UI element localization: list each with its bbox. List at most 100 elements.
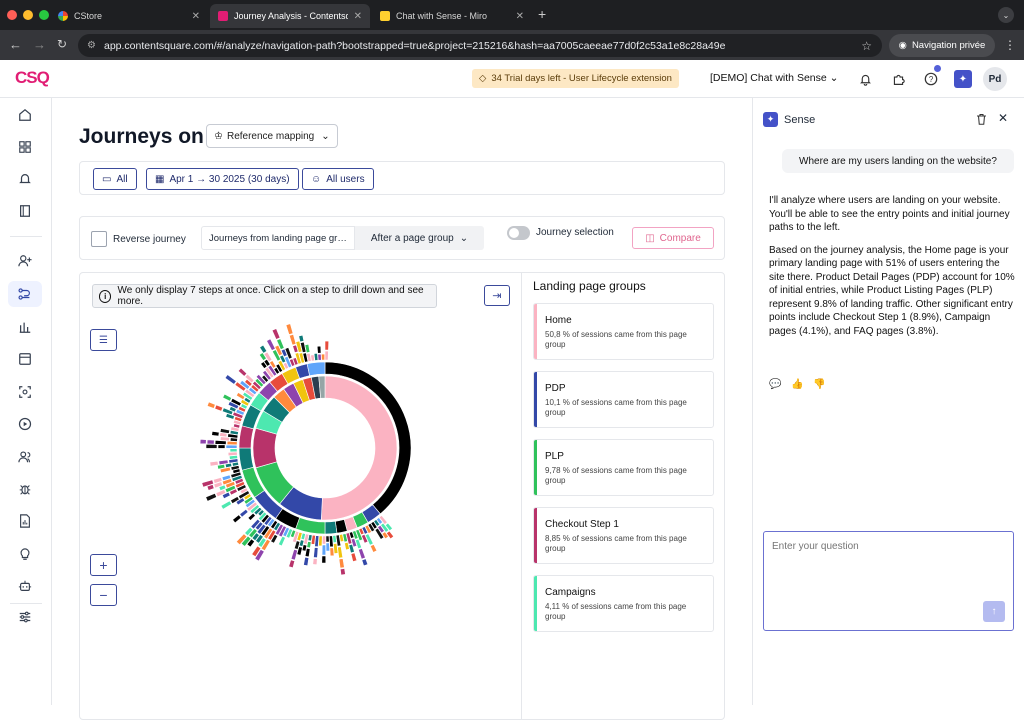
sunburst-segment[interactable]	[266, 338, 276, 351]
sunburst-segment[interactable]	[306, 361, 326, 376]
back-arrow-icon[interactable]: ←	[9, 37, 22, 52]
sunburst-segment[interactable]	[369, 543, 378, 553]
maximize-window-button[interactable]	[39, 10, 49, 20]
puzzle-icon[interactable]	[889, 70, 907, 88]
alert-bell-icon[interactable]	[8, 166, 42, 192]
sunburst-segment[interactable]	[321, 544, 327, 556]
sunburst-segment[interactable]	[288, 559, 296, 569]
sunburst-segment[interactable]	[205, 443, 218, 449]
sunburst-segment[interactable]	[252, 427, 278, 469]
sunburst-segment[interactable]	[332, 535, 337, 543]
minimize-window-button[interactable]	[23, 10, 33, 20]
sunburst-segment[interactable]	[328, 535, 334, 548]
close-tab-icon[interactable]: ✕	[354, 11, 362, 22]
landing-group-card[interactable]: Checkout Step 1 8,85 % of sessions came …	[533, 507, 714, 564]
sunburst-segment[interactable]	[321, 353, 325, 361]
csq-logo[interactable]: CSQ	[15, 68, 50, 88]
landing-group-card[interactable]: Home 50,8 % of sessions came from this p…	[533, 303, 714, 360]
sunburst-segment[interactable]	[361, 558, 369, 567]
date-range-button[interactable]: ▦ Apr 1 → 30 2025 (30 days)	[146, 168, 299, 190]
sunburst-segment[interactable]	[205, 492, 218, 502]
sunburst-segment[interactable]	[220, 500, 232, 510]
sunburst-segment[interactable]	[339, 568, 346, 576]
sunburst-segment[interactable]	[217, 444, 226, 449]
sunburst-segment[interactable]	[259, 344, 268, 354]
thumbs-up-icon[interactable]: 👍	[791, 379, 803, 390]
sunburst-segment[interactable]	[237, 367, 248, 377]
sunburst-segment[interactable]	[338, 558, 345, 569]
trash-icon[interactable]	[976, 113, 987, 128]
sunburst-segment[interactable]	[285, 323, 294, 335]
sunburst-segment[interactable]	[227, 451, 238, 457]
sunburst-segment[interactable]	[238, 425, 254, 449]
landing-group-card[interactable]: PDP 10,1 % of sessions came from this pa…	[533, 371, 714, 428]
reload-icon[interactable]: ↻	[57, 37, 67, 51]
play-replay-icon[interactable]	[8, 411, 42, 437]
bell-icon[interactable]	[856, 70, 874, 88]
lightbulb-icon[interactable]	[8, 541, 42, 567]
compare-button[interactable]: ◫ Compare	[632, 227, 714, 249]
sunburst-segment[interactable]	[329, 547, 335, 557]
zoom-in-button[interactable]: +	[90, 554, 117, 576]
sunburst-segment[interactable]	[325, 535, 330, 543]
sunburst-segment[interactable]	[232, 514, 242, 524]
sunburst-segment[interactable]	[310, 354, 315, 362]
dashboard-icon[interactable]	[8, 134, 42, 160]
url-field[interactable]: ⚙ app.contentsquare.com/#/analyze/naviga…	[78, 34, 882, 57]
sunburst-segment[interactable]	[199, 438, 207, 445]
sunburst-segment[interactable]	[206, 439, 215, 445]
feedback-chat-icon[interactable]: 💬	[769, 379, 781, 390]
reverse-journey-checkbox[interactable]	[91, 231, 107, 247]
sunburst-segment[interactable]	[214, 404, 224, 412]
report-file-icon[interactable]	[8, 508, 42, 534]
list-view-icon[interactable]: ☰	[90, 329, 117, 351]
sunburst-segment[interactable]	[313, 547, 319, 559]
users-icon[interactable]	[8, 444, 42, 470]
sunburst-segment[interactable]	[303, 556, 310, 567]
close-tab-icon[interactable]: ✕	[516, 11, 524, 22]
sunburst-segment[interactable]	[229, 455, 238, 460]
site-settings-icon[interactable]: ⚙	[87, 40, 96, 51]
sunburst-segment[interactable]	[224, 374, 237, 385]
browser-tab-miro[interactable]: Chat with Sense - Miro ✕	[372, 4, 532, 28]
sunburst-chart[interactable]	[80, 273, 521, 720]
sunburst-segment[interactable]	[247, 512, 256, 521]
sunburst-segment[interactable]	[325, 542, 330, 552]
help-icon[interactable]: ?	[922, 65, 941, 88]
bar-chart-icon[interactable]	[8, 314, 42, 340]
home-icon[interactable]	[8, 102, 42, 128]
sunburst-segment[interactable]	[278, 535, 286, 547]
sunburst-segment[interactable]	[214, 440, 227, 445]
sunburst-segment[interactable]	[312, 558, 318, 566]
question-input-box[interactable]: ↑	[763, 531, 1014, 631]
zone-focus-icon[interactable]	[8, 379, 42, 405]
journey-selection-toggle[interactable]	[507, 226, 530, 240]
segment-filter-button[interactable]: ▭ All	[93, 168, 137, 190]
sense-ai-icon[interactable]: ✦	[954, 70, 972, 88]
trial-banner[interactable]: ◇ 34 Trial days left - User Lifecycle ex…	[472, 69, 679, 88]
sunburst-segment[interactable]	[318, 535, 323, 547]
mapping-selector[interactable]: ♔ Reference mapping ⌄	[206, 124, 338, 148]
sunburst-segment[interactable]	[229, 448, 238, 453]
send-arrow-icon[interactable]: ↑	[983, 601, 1005, 622]
sunburst-segment[interactable]	[317, 353, 322, 361]
close-tab-icon[interactable]: ✕	[192, 11, 200, 22]
sunburst-segment[interactable]	[239, 508, 249, 518]
close-window-button[interactable]	[7, 10, 17, 20]
sunburst-segment[interactable]	[271, 328, 281, 340]
journey-analysis-icon[interactable]	[8, 281, 42, 307]
thumbs-down-icon[interactable]: 👎	[813, 379, 825, 390]
browser-menu-icon[interactable]: ⋮	[1004, 38, 1016, 52]
bug-icon[interactable]	[8, 476, 42, 502]
bot-icon[interactable]	[8, 573, 42, 599]
sunburst-segment[interactable]	[290, 548, 298, 561]
sunburst-segment[interactable]	[288, 333, 297, 346]
sunburst-segment[interactable]	[209, 460, 219, 467]
sunburst-segment[interactable]	[337, 546, 344, 559]
zoom-out-button[interactable]: −	[90, 584, 117, 606]
browser-tab-cstore[interactable]: CStore ✕	[50, 4, 208, 28]
workspace-selector[interactable]: [DEMO] Chat with Sense ⌄	[710, 72, 838, 84]
bookmark-star-icon[interactable]: ☆	[861, 39, 872, 53]
sunburst-segment[interactable]	[324, 350, 329, 361]
sunburst-segment[interactable]	[321, 555, 327, 564]
